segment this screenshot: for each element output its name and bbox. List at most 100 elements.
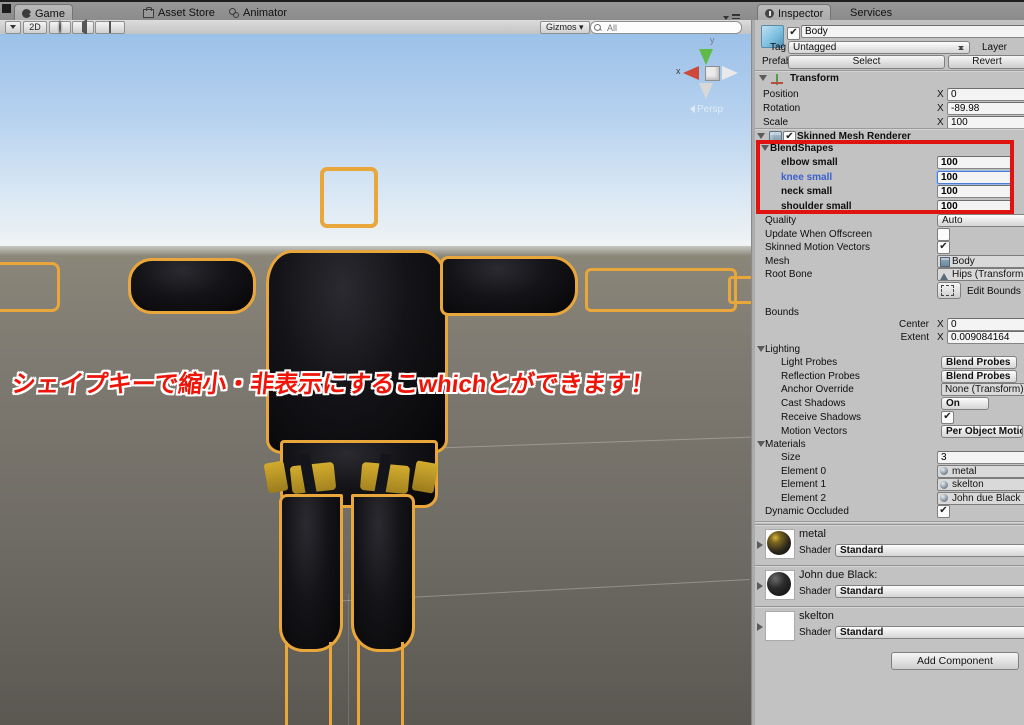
rotation-x-field[interactable]: -89.98 bbox=[947, 102, 1024, 115]
game-viewport[interactable]: シェイプキーで縮小・非表示にするこwhichとができます！ y x Persp bbox=[0, 34, 751, 725]
smr-properties: Quality Auto Update When Offscreen Skinn… bbox=[755, 212, 1024, 304]
materials-section: Materials Size 3 Element 0 metal Element… bbox=[755, 438, 1024, 520]
shader-dropdown[interactable]: Standard bbox=[835, 544, 1024, 557]
foldout-icon[interactable] bbox=[761, 145, 769, 151]
material-preview-thumb[interactable] bbox=[765, 529, 795, 559]
gizmo-center-cube[interactable] bbox=[705, 66, 720, 81]
position-x-field[interactable]: 0 bbox=[947, 88, 1024, 101]
motion-vectors-dropdown[interactable]: Per Object Motion bbox=[941, 425, 1023, 438]
mesh-icon bbox=[940, 257, 950, 267]
blendshapes-section: BlendShapes elbow small 100 knee small 1… bbox=[755, 142, 1024, 214]
inspector-panel: Body Tag Untagged Layer Prefab Select Re… bbox=[755, 20, 1024, 725]
character-thigh-right bbox=[351, 494, 415, 652]
material-preview-skelton: skelton Shader Standard bbox=[755, 606, 1024, 645]
chevron-down-icon bbox=[10, 25, 16, 32]
divider bbox=[755, 128, 1024, 129]
inspector-icon bbox=[765, 9, 774, 18]
foldout-icon[interactable] bbox=[757, 133, 765, 139]
cast-shadows-dropdown[interactable]: On bbox=[941, 397, 989, 410]
anchor-override-field[interactable]: None (Transform) bbox=[941, 383, 1024, 396]
sun-icon bbox=[59, 21, 61, 33]
update-offscreen-checkbox[interactable] bbox=[937, 228, 950, 241]
audio-toggle[interactable] bbox=[72, 21, 94, 34]
hidden-forearm-outline-right bbox=[585, 268, 737, 312]
tab-services[interactable]: Services bbox=[843, 4, 899, 21]
shader-dropdown[interactable]: Standard bbox=[835, 626, 1024, 639]
size-label: Size bbox=[781, 452, 800, 463]
foldout-icon[interactable] bbox=[757, 346, 765, 352]
rotation-label: Rotation bbox=[763, 103, 800, 114]
gold-sphere-icon bbox=[767, 531, 791, 555]
blendshape-label: elbow small bbox=[781, 157, 838, 168]
2d-toggle[interactable]: 2D bbox=[23, 21, 47, 34]
add-component-button[interactable]: Add Component bbox=[891, 652, 1019, 670]
shader-label: Shader bbox=[799, 586, 831, 597]
element-2-field[interactable]: John due Black bbox=[937, 492, 1024, 505]
dynamic-occluded-checkbox[interactable] bbox=[937, 505, 950, 518]
tab-animator[interactable]: Animator bbox=[222, 4, 294, 21]
element-1-label: Element 1 bbox=[781, 479, 826, 490]
material-name: skelton bbox=[799, 610, 834, 622]
gizmo-x-axis[interactable] bbox=[683, 66, 699, 80]
bounds-label: Bounds bbox=[765, 307, 799, 318]
perspective-toggle[interactable]: Persp bbox=[686, 104, 723, 115]
mesh-object-field[interactable]: Body bbox=[937, 255, 1024, 268]
gameobject-name-field[interactable]: Body bbox=[801, 25, 1024, 38]
smr-title: Skinned Mesh Renderer bbox=[797, 131, 911, 142]
tab-asset-store[interactable]: Asset Store bbox=[136, 4, 222, 21]
search-input[interactable] bbox=[605, 22, 739, 33]
motion-vectors-label: Motion Vectors bbox=[781, 426, 847, 437]
foldout-icon[interactable] bbox=[759, 75, 767, 81]
tab-game-label: Game bbox=[35, 8, 65, 20]
element-1-field[interactable]: skelton bbox=[937, 478, 1024, 491]
material-preview-thumb[interactable] bbox=[765, 570, 795, 600]
quality-dropdown[interactable]: Auto bbox=[937, 214, 1024, 227]
foldout-icon[interactable] bbox=[757, 441, 765, 447]
gizmos-dropdown[interactable]: Gizmos ▾ bbox=[540, 21, 590, 34]
grid-line bbox=[348, 594, 349, 725]
materials-size-field[interactable]: 3 bbox=[937, 451, 1024, 464]
axis-label: X bbox=[937, 103, 944, 114]
receive-shadows-checkbox[interactable] bbox=[941, 411, 954, 424]
skinned-motion-checkbox[interactable] bbox=[937, 241, 950, 254]
effects-dropdown[interactable] bbox=[95, 21, 125, 34]
light-probes-label: Light Probes bbox=[781, 357, 837, 368]
display-dropdown[interactable] bbox=[5, 21, 21, 34]
reflection-probes-dropdown[interactable]: Blend Probes bbox=[941, 370, 1017, 383]
axis-label: X bbox=[937, 319, 944, 330]
edit-bounds-button[interactable] bbox=[937, 282, 961, 299]
bounds-center-x-field[interactable]: 0 bbox=[947, 318, 1024, 331]
material-preview-metal: metal Shader Standard bbox=[755, 524, 1024, 563]
receive-shadows-label: Receive Shadows bbox=[781, 412, 861, 423]
gizmo-south-axis[interactable] bbox=[699, 83, 713, 99]
prefab-select-button[interactable]: Select bbox=[788, 55, 945, 69]
blendshape-label: knee small bbox=[781, 172, 832, 183]
blendshape-value-field[interactable]: 100 bbox=[937, 185, 1012, 198]
blendshape-label: shoulder small bbox=[781, 201, 852, 212]
lighting-toggle[interactable] bbox=[49, 21, 71, 34]
scene-search[interactable] bbox=[590, 21, 742, 34]
hidden-head-outline bbox=[320, 167, 378, 228]
shader-dropdown[interactable]: Standard bbox=[835, 585, 1024, 598]
transform-title: Transform bbox=[790, 73, 839, 84]
annotation-text: シェイプキーで縮小・非表示にするこwhichとができます！ bbox=[10, 364, 654, 399]
blendshape-value-field[interactable]: 100 bbox=[937, 200, 1012, 213]
cast-shadows-label: Cast Shadows bbox=[781, 398, 845, 409]
reflection-probes-label: Reflection Probes bbox=[781, 371, 860, 382]
root-bone-object-field[interactable]: Hips (Transform bbox=[937, 268, 1024, 281]
blendshape-value-field[interactable]: 100 bbox=[937, 171, 1012, 184]
element-0-field[interactable]: metal bbox=[937, 465, 1024, 478]
material-preview-thumb[interactable] bbox=[765, 611, 795, 641]
persp-arrow-icon bbox=[686, 105, 695, 113]
mesh-label: Mesh bbox=[765, 256, 789, 267]
blendshape-value-field[interactable]: 100 bbox=[937, 156, 1012, 169]
gameobject-enabled-checkbox[interactable] bbox=[787, 27, 800, 40]
gizmo-east-axis[interactable] bbox=[722, 66, 738, 80]
prefab-revert-button[interactable]: Revert bbox=[948, 55, 1024, 69]
element-2-label: Element 2 bbox=[781, 493, 826, 504]
light-probes-dropdown[interactable]: Blend Probes bbox=[941, 356, 1017, 369]
gizmo-y-axis[interactable] bbox=[699, 49, 713, 65]
hidden-leg-outline bbox=[285, 642, 288, 725]
lighting-section: Lighting Light Probes Blend Probes Refle… bbox=[755, 343, 1024, 439]
tag-dropdown[interactable]: Untagged bbox=[788, 41, 970, 54]
